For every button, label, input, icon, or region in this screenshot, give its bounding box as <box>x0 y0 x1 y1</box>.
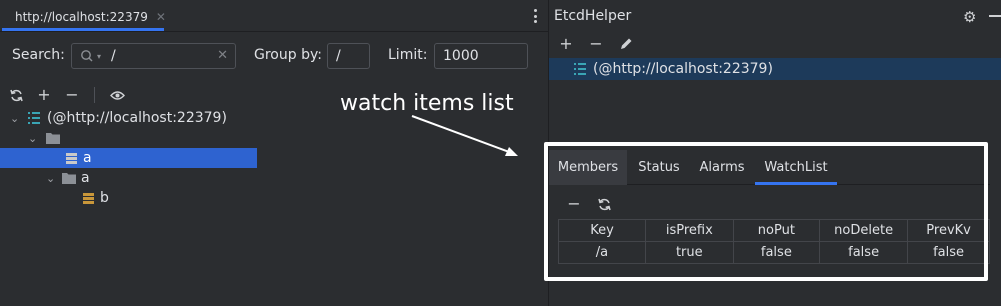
annotation-arrow <box>411 115 518 156</box>
